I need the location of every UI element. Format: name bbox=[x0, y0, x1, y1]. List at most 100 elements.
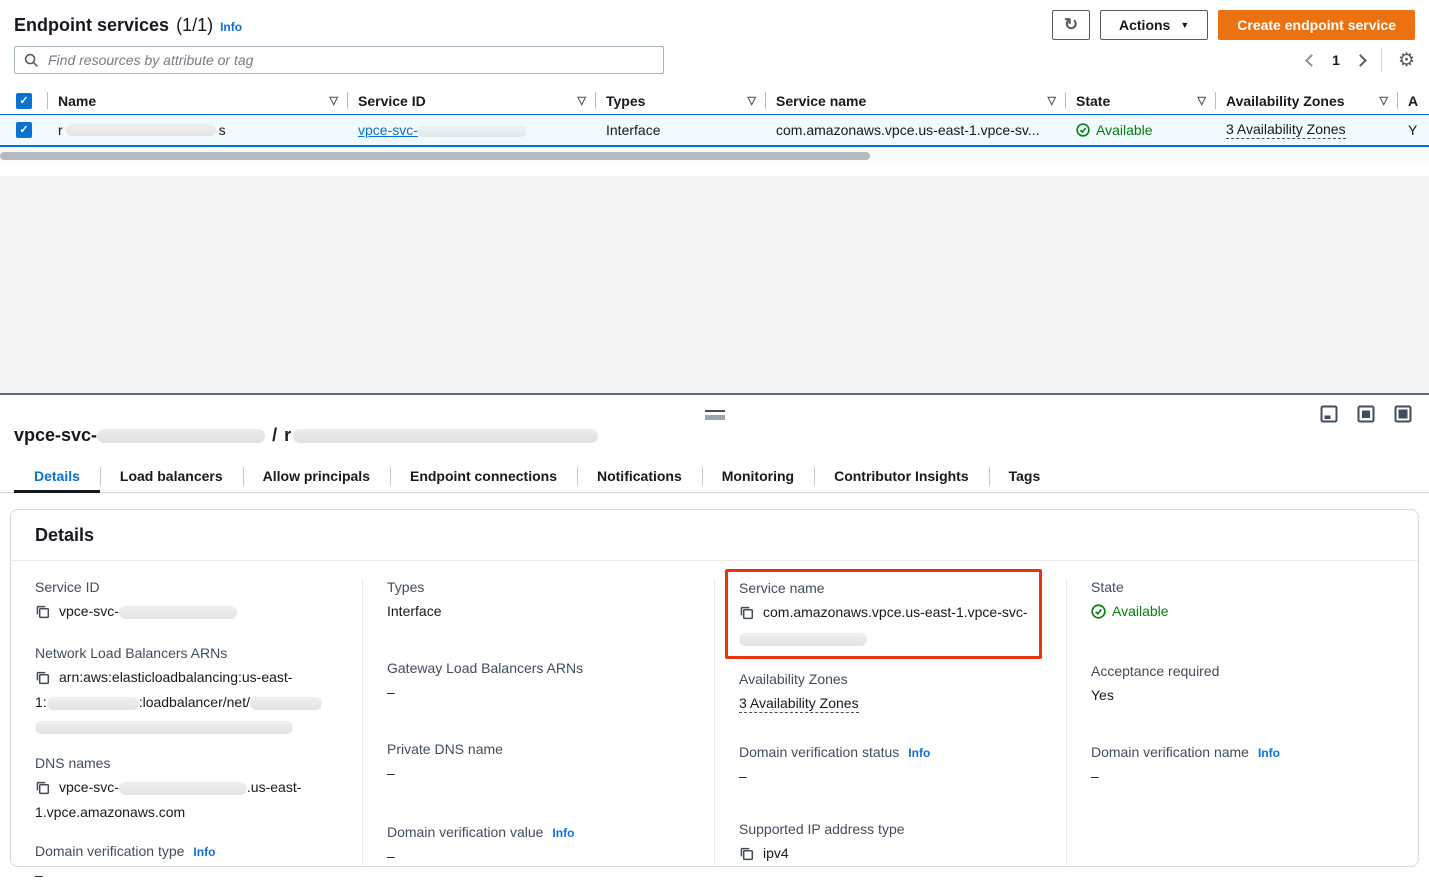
refresh-button[interactable]: ↻ bbox=[1052, 10, 1090, 40]
column-header-availability-zones[interactable]: Availability Zones ▽ bbox=[1216, 87, 1398, 114]
field-dns-names: DNS names vpce-svc-.us-east- 1.vpce.amaz… bbox=[35, 755, 338, 823]
select-all-checkbox-cell: ✓ bbox=[0, 87, 48, 114]
column-header-cutoff: A bbox=[1398, 87, 1429, 114]
copy-icon[interactable] bbox=[35, 779, 50, 801]
redacted-text bbox=[47, 697, 139, 710]
info-link[interactable]: Info bbox=[193, 845, 215, 859]
details-card-heading: Details bbox=[11, 510, 1418, 561]
column-header-types[interactable]: Types ▽ bbox=[596, 87, 766, 114]
redacted-text bbox=[66, 124, 216, 136]
next-page-icon[interactable] bbox=[1354, 54, 1367, 67]
details-column-4: State Available Acceptance required Yes … bbox=[1066, 579, 1418, 867]
field-domain-verification-status: Domain verification status Info – bbox=[739, 744, 1042, 787]
tab-allow-principals[interactable]: Allow principals bbox=[243, 461, 390, 493]
field-domain-verification-value: Domain verification value Info – bbox=[387, 824, 690, 867]
availability-zones-popover-link[interactable]: 3 Availability Zones bbox=[739, 695, 859, 713]
redacted-text bbox=[119, 606, 237, 619]
table-row[interactable]: ✓ rs vpce-svc- Interface com.amazonaws.v… bbox=[0, 114, 1429, 147]
current-page[interactable]: 1 bbox=[1332, 52, 1340, 68]
filter-icon[interactable]: ▽ bbox=[578, 94, 586, 107]
column-header-service-name[interactable]: Service name ▽ bbox=[766, 87, 1066, 114]
cell-service-id: vpce-svc- bbox=[348, 122, 596, 138]
redacted-text bbox=[119, 782, 247, 795]
info-link[interactable]: Info bbox=[1258, 746, 1280, 760]
select-all-checkbox[interactable]: ✓ bbox=[16, 93, 32, 109]
page-header: Endpoint services (1/1) Info ↻ Actions ▼… bbox=[0, 0, 1429, 40]
copy-icon[interactable] bbox=[35, 669, 50, 691]
previous-page-icon[interactable] bbox=[1305, 54, 1318, 67]
search-box[interactable] bbox=[14, 46, 664, 74]
field-acceptance-required: Acceptance required Yes bbox=[1091, 663, 1394, 706]
redacted-text bbox=[250, 697, 322, 710]
field-domain-verification-name: Domain verification name Info – bbox=[1091, 744, 1394, 787]
filter-icon[interactable]: ▽ bbox=[330, 94, 338, 107]
red-highlight-box: Service name com.amazonaws.vpce.us-east-… bbox=[725, 569, 1042, 659]
field-domain-verification-type: Domain verification type Info – bbox=[35, 843, 338, 886]
row-checkbox-cell: ✓ bbox=[0, 122, 48, 138]
copy-icon[interactable] bbox=[739, 845, 754, 867]
status-badge: Available bbox=[1076, 122, 1153, 138]
info-link[interactable]: Info bbox=[552, 826, 574, 840]
panel-size-large-icon[interactable] bbox=[1393, 404, 1413, 424]
field-service-name: Service name com.amazonaws.vpce.us-east-… bbox=[739, 580, 1035, 648]
resource-count: (1/1) bbox=[176, 15, 213, 36]
filter-icon[interactable]: ▽ bbox=[1198, 94, 1206, 107]
horizontal-scrollbar[interactable] bbox=[0, 150, 1429, 161]
redacted-text bbox=[35, 721, 293, 734]
pagination: 1 ⚙ bbox=[1307, 48, 1415, 72]
tab-contributor-insights[interactable]: Contributor Insights bbox=[814, 461, 989, 493]
column-header-state[interactable]: State ▽ bbox=[1066, 87, 1216, 114]
tab-monitoring[interactable]: Monitoring bbox=[702, 461, 814, 493]
redacted-text bbox=[739, 633, 867, 646]
endpoint-services-table: ✓ Name ▽ Service ID ▽ Types ▽ Service na… bbox=[0, 87, 1429, 161]
filter-icon[interactable]: ▽ bbox=[1048, 94, 1056, 107]
table-controls: 1 ⚙ bbox=[0, 40, 1429, 74]
field-availability-zones: Availability Zones 3 Availability Zones bbox=[739, 671, 1042, 714]
split-panel-title: vpce-svc- / r bbox=[0, 395, 1429, 446]
cell-service-name: com.amazonaws.vpce.us-east-1.vpce-sv... bbox=[766, 122, 1066, 138]
row-checkbox[interactable]: ✓ bbox=[16, 122, 32, 138]
details-column-3: Service name com.amazonaws.vpce.us-east-… bbox=[714, 579, 1066, 867]
tab-endpoint-connections[interactable]: Endpoint connections bbox=[390, 461, 577, 493]
column-header-name[interactable]: Name ▽ bbox=[48, 87, 348, 114]
copy-icon[interactable] bbox=[739, 604, 754, 626]
copy-icon[interactable] bbox=[35, 603, 50, 625]
service-id-link[interactable]: vpce-svc- bbox=[358, 122, 526, 138]
field-service-id: Service ID vpce-svc- bbox=[35, 579, 338, 625]
tab-tags[interactable]: Tags bbox=[989, 461, 1061, 493]
check-circle-icon bbox=[1076, 123, 1090, 137]
settings-gear-icon[interactable]: ⚙ bbox=[1398, 51, 1415, 70]
tab-load-balancers[interactable]: Load balancers bbox=[100, 461, 243, 493]
details-column-2: Types Interface Gateway Load Balancers A… bbox=[362, 579, 714, 867]
info-link[interactable]: Info bbox=[908, 746, 930, 760]
status-badge: Available bbox=[1091, 600, 1169, 622]
cell-name: rs bbox=[48, 122, 348, 138]
create-endpoint-service-button[interactable]: Create endpoint service bbox=[1218, 10, 1415, 40]
availability-zones-popover-link[interactable]: 3 Availability Zones bbox=[1226, 121, 1346, 139]
cell-state: Available bbox=[1066, 122, 1216, 138]
tab-notifications[interactable]: Notifications bbox=[577, 461, 702, 493]
divider bbox=[1381, 48, 1382, 72]
column-header-service-id[interactable]: Service ID ▽ bbox=[348, 87, 596, 114]
details-column-1: Service ID vpce-svc- Network Load Balanc… bbox=[11, 579, 362, 867]
cell-types: Interface bbox=[596, 122, 766, 138]
actions-button[interactable]: Actions ▼ bbox=[1100, 10, 1208, 40]
header-info-link[interactable]: Info bbox=[220, 20, 242, 34]
check-circle-icon bbox=[1091, 604, 1106, 619]
page-title: Endpoint services bbox=[14, 15, 169, 36]
field-private-dns-name: Private DNS name – bbox=[387, 741, 690, 784]
page-background bbox=[0, 176, 1429, 393]
search-input[interactable] bbox=[46, 51, 654, 69]
filter-icon[interactable]: ▽ bbox=[1380, 94, 1388, 107]
cell-availability-zones: 3 Availability Zones bbox=[1216, 121, 1398, 139]
tab-details[interactable]: Details bbox=[14, 461, 100, 493]
panel-size-medium-icon[interactable] bbox=[1356, 404, 1376, 424]
filter-icon[interactable]: ▽ bbox=[748, 94, 756, 107]
field-nlb-arns: Network Load Balancers ARNs arn:aws:elas… bbox=[35, 645, 338, 735]
details-card: Details Service ID vpce-svc- Network Loa… bbox=[10, 509, 1419, 867]
split-panel-drag-handle[interactable] bbox=[705, 410, 725, 420]
caret-down-icon: ▼ bbox=[1180, 20, 1189, 30]
refresh-icon: ↻ bbox=[1064, 15, 1078, 35]
panel-size-small-icon[interactable] bbox=[1319, 404, 1339, 424]
horizontal-scrollbar-thumb[interactable] bbox=[0, 152, 870, 160]
